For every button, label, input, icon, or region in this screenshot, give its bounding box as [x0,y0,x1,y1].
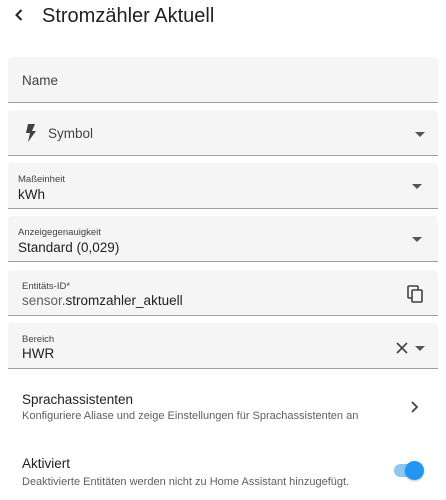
chevron-down-icon[interactable] [415,346,425,351]
header: Stromzähler Aktuell [0,0,446,32]
unit-value: kWh [18,187,45,202]
chevron-right-icon [411,401,419,413]
symbol-placeholder: Symbol [48,126,94,141]
name-placeholder: Name [22,73,59,88]
symbol-field[interactable]: Symbol [8,110,438,156]
entity-id-value: sensor.stromzahler_aktuell [22,293,183,309]
unit-select[interactable]: Maßeinheit kWh [8,163,438,209]
voice-assistants-title: Sprachassistenten [22,392,134,407]
entity-id-text: stromzahler_aktuell [65,293,183,308]
precision-label: Anzeigegenauigkeit [18,227,101,238]
lightning-bolt-icon [26,124,36,142]
enabled-subtitle: Deaktivierte Entitäten werden nicht zu H… [22,476,350,488]
enabled-title: Aktiviert [22,456,71,471]
entity-id-field[interactable]: Entitäts-ID* sensor.stromzahler_aktuell [8,270,438,316]
chevron-down-icon[interactable] [415,132,425,137]
back-button[interactable] [8,4,30,26]
page-title: Stromzähler Aktuell [42,5,215,27]
copy-icon[interactable] [407,285,423,303]
enabled-toggle[interactable] [405,461,424,480]
voice-assistants-subtitle: Konfiguriere Aliase und zeige Einstellun… [22,410,359,422]
precision-select[interactable]: Anzeigegenauigkeit Standard (0,029) [8,216,438,262]
chevron-down-icon[interactable] [412,184,422,189]
name-field[interactable]: Name [8,57,438,103]
entity-id-label: Entitäts-ID* [22,281,71,292]
unit-label: Maßeinheit [18,174,65,185]
area-value: HWR [22,346,55,361]
voice-assistants-row[interactable]: Sprachassistenten Konfiguriere Aliase un… [0,384,446,428]
close-icon[interactable] [396,342,408,354]
chevron-down-icon[interactable] [412,237,422,242]
precision-value: Standard (0,029) [18,240,120,255]
enabled-row: Aktiviert Deaktivierte Entitäten werden … [0,448,446,492]
chevron-left-icon [15,9,23,21]
entity-id-prefix: sensor. [22,293,66,308]
area-label: Bereich [22,334,55,345]
area-select[interactable]: Bereich HWR [8,323,438,369]
